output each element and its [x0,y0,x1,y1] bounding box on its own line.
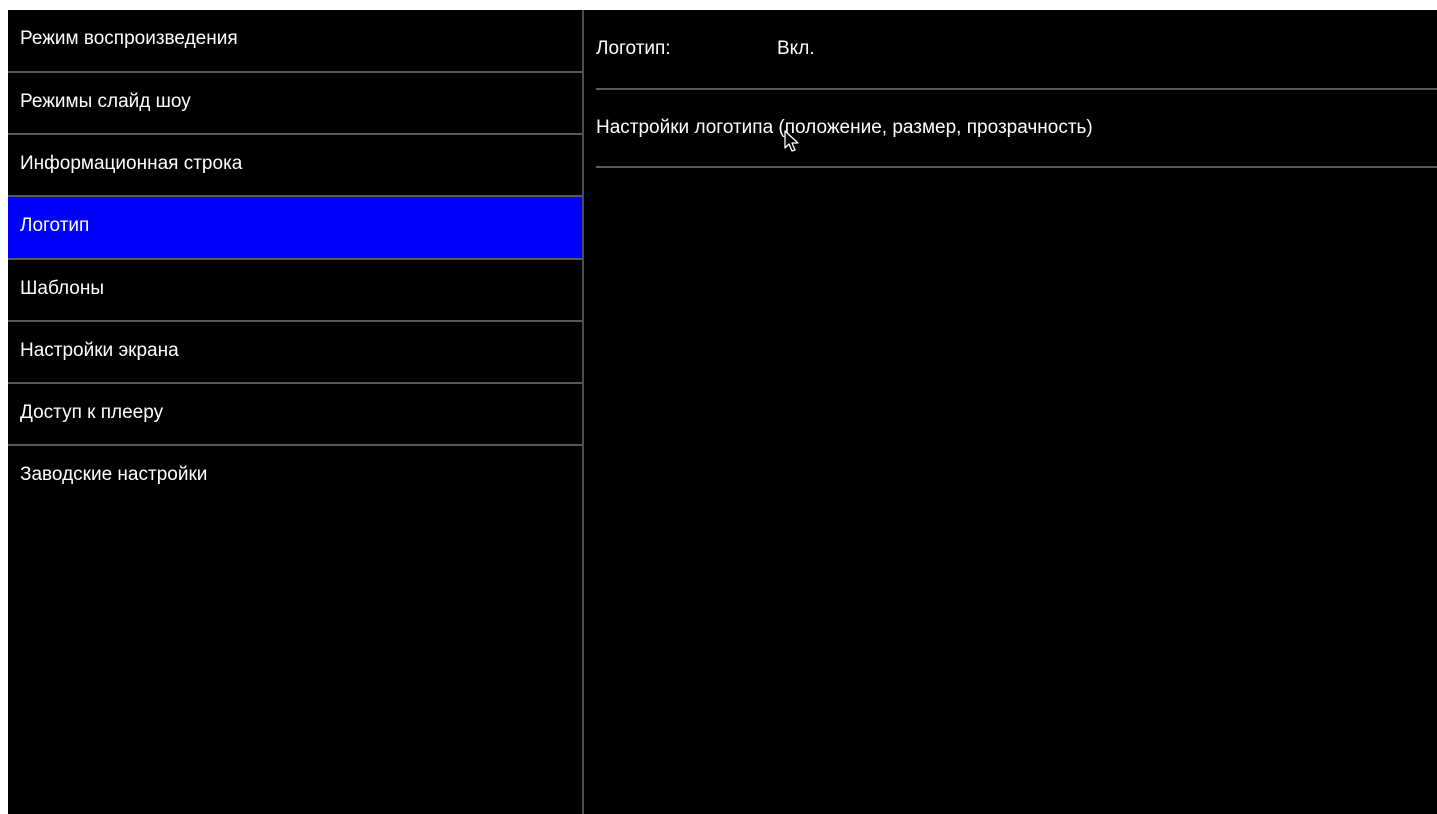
sidebar-item-player-access[interactable]: Доступ к плееру [8,384,582,445]
logo-toggle-label: Логотип: [596,38,671,59]
sidebar-item-label: Режимы слайд шоу [20,90,191,112]
sidebar-item-label: Информационная строка [20,152,243,174]
settings-screen: Режим воспроизведения Режимы слайд шоу И… [8,10,1437,814]
logo-settings-label: Настройки логотипа (положение, размер, п… [596,117,1093,138]
sidebar-item-label: Доступ к плееру [20,401,164,423]
logo-settings-row[interactable]: Настройки логотипа (положение, размер, п… [584,90,1437,166]
sidebar-item-label: Настройки экрана [20,339,179,361]
logo-toggle-row[interactable]: Логотип: Вкл. [584,10,1437,88]
sidebar-item-screen-settings[interactable]: Настройки экрана [8,322,582,383]
sidebar-item-label: Режим воспроизведения [20,27,238,49]
sidebar-item-info-line[interactable]: Информационная строка [8,135,582,196]
sidebar-item-label: Логотип [20,214,90,236]
sidebar-item-playback-mode[interactable]: Режим воспроизведения [8,10,582,71]
sidebar-item-logo[interactable]: Логотип [8,197,582,258]
sidebar-item-label: Заводские настройки [20,463,208,485]
sidebar-item-label: Шаблоны [20,277,105,299]
sidebar-item-slideshow-modes[interactable]: Режимы слайд шоу [8,73,582,134]
settings-detail-panel: Логотип: Вкл. Настройки логотипа (положе… [584,10,1437,814]
settings-sidebar: Режим воспроизведения Режимы слайд шоу И… [8,10,582,814]
sidebar-item-factory-settings[interactable]: Заводские настройки [8,446,582,507]
sidebar-item-templates[interactable]: Шаблоны [8,260,582,321]
panel-divider [596,166,1437,168]
logo-toggle-value: Вкл. [777,38,815,59]
